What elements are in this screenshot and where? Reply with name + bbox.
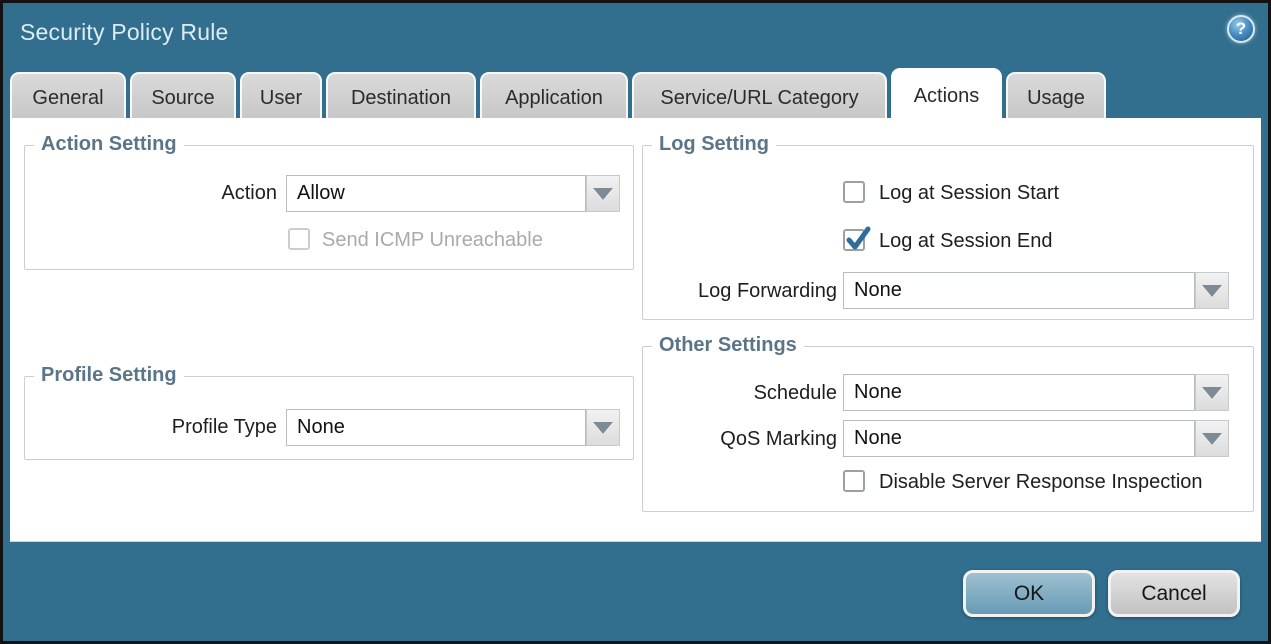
security-policy-rule-dialog: Security Policy Rule ? General Source Us… — [0, 0, 1271, 644]
tab-usage[interactable]: Usage — [1006, 72, 1106, 122]
tab-strip: General Source User Destination Applicat… — [10, 68, 1106, 122]
tab-destination[interactable]: Destination — [326, 72, 476, 122]
log-session-end-checkbox[interactable] — [843, 229, 865, 251]
log-session-end-label[interactable]: Log at Session End — [879, 230, 1052, 253]
profile-type-dropdown-value: None — [286, 409, 586, 446]
action-setting-legend: Action Setting — [34, 133, 184, 156]
help-question-glyph: ? — [1236, 19, 1246, 39]
checkmark-icon — [845, 227, 871, 253]
qos-marking-dropdown-button[interactable] — [1195, 420, 1229, 457]
tab-service-url-category[interactable]: Service/URL Category — [632, 72, 887, 122]
schedule-label: Schedule — [643, 381, 837, 405]
schedule-dropdown-button[interactable] — [1195, 374, 1229, 411]
action-dropdown[interactable]: Allow — [286, 175, 620, 212]
log-session-start-label[interactable]: Log at Session Start — [879, 182, 1059, 205]
qos-marking-dropdown[interactable]: None — [843, 420, 1229, 457]
tab-general[interactable]: General — [10, 72, 126, 122]
chevron-down-icon — [593, 422, 613, 434]
log-setting-legend: Log Setting — [652, 133, 776, 156]
help-icon[interactable]: ? — [1227, 15, 1255, 43]
action-dropdown-value: Allow — [286, 175, 586, 212]
ok-button[interactable]: OK — [963, 570, 1095, 617]
log-setting-group: Log Setting Log at Session Start Log at … — [642, 145, 1254, 320]
log-session-start-checkbox[interactable] — [843, 181, 865, 203]
profile-type-label: Profile Type — [25, 415, 277, 439]
schedule-dropdown-value: None — [843, 374, 1195, 411]
profile-type-dropdown-button[interactable] — [586, 409, 620, 446]
chevron-down-icon — [593, 188, 613, 200]
send-icmp-label: Send ICMP Unreachable — [322, 229, 543, 252]
chevron-down-icon — [1202, 285, 1222, 297]
profile-setting-group: Profile Setting Profile Type None — [24, 376, 634, 460]
action-label: Action — [25, 181, 277, 205]
profile-type-dropdown[interactable]: None — [286, 409, 620, 446]
tab-application[interactable]: Application — [480, 72, 628, 122]
qos-marking-label: QoS Marking — [643, 427, 837, 451]
tab-source[interactable]: Source — [130, 72, 236, 122]
chevron-down-icon — [1202, 433, 1222, 445]
log-forwarding-label: Log Forwarding — [643, 279, 837, 303]
other-settings-legend: Other Settings — [652, 334, 804, 357]
log-forwarding-dropdown[interactable]: None — [843, 272, 1229, 309]
profile-setting-legend: Profile Setting — [34, 364, 184, 387]
tab-user[interactable]: User — [240, 72, 322, 122]
disable-server-response-inspection-label[interactable]: Disable Server Response Inspection — [879, 471, 1203, 494]
content-panel: Action Setting Action Allow Send ICMP Un… — [10, 118, 1261, 542]
chevron-down-icon — [1202, 387, 1222, 399]
action-dropdown-button[interactable] — [586, 175, 620, 212]
action-setting-group: Action Setting Action Allow Send ICMP Un… — [24, 145, 634, 270]
schedule-dropdown[interactable]: None — [843, 374, 1229, 411]
other-settings-group: Other Settings Schedule None QoS Marking… — [642, 346, 1254, 512]
log-forwarding-dropdown-value: None — [843, 272, 1195, 309]
cancel-button[interactable]: Cancel — [1108, 570, 1240, 617]
log-forwarding-dropdown-button[interactable] — [1195, 272, 1229, 309]
tab-actions[interactable]: Actions — [891, 68, 1002, 122]
dialog-title: Security Policy Rule — [20, 19, 229, 46]
qos-marking-dropdown-value: None — [843, 420, 1195, 457]
send-icmp-checkbox — [288, 228, 310, 250]
disable-server-response-inspection-checkbox[interactable] — [843, 470, 865, 492]
